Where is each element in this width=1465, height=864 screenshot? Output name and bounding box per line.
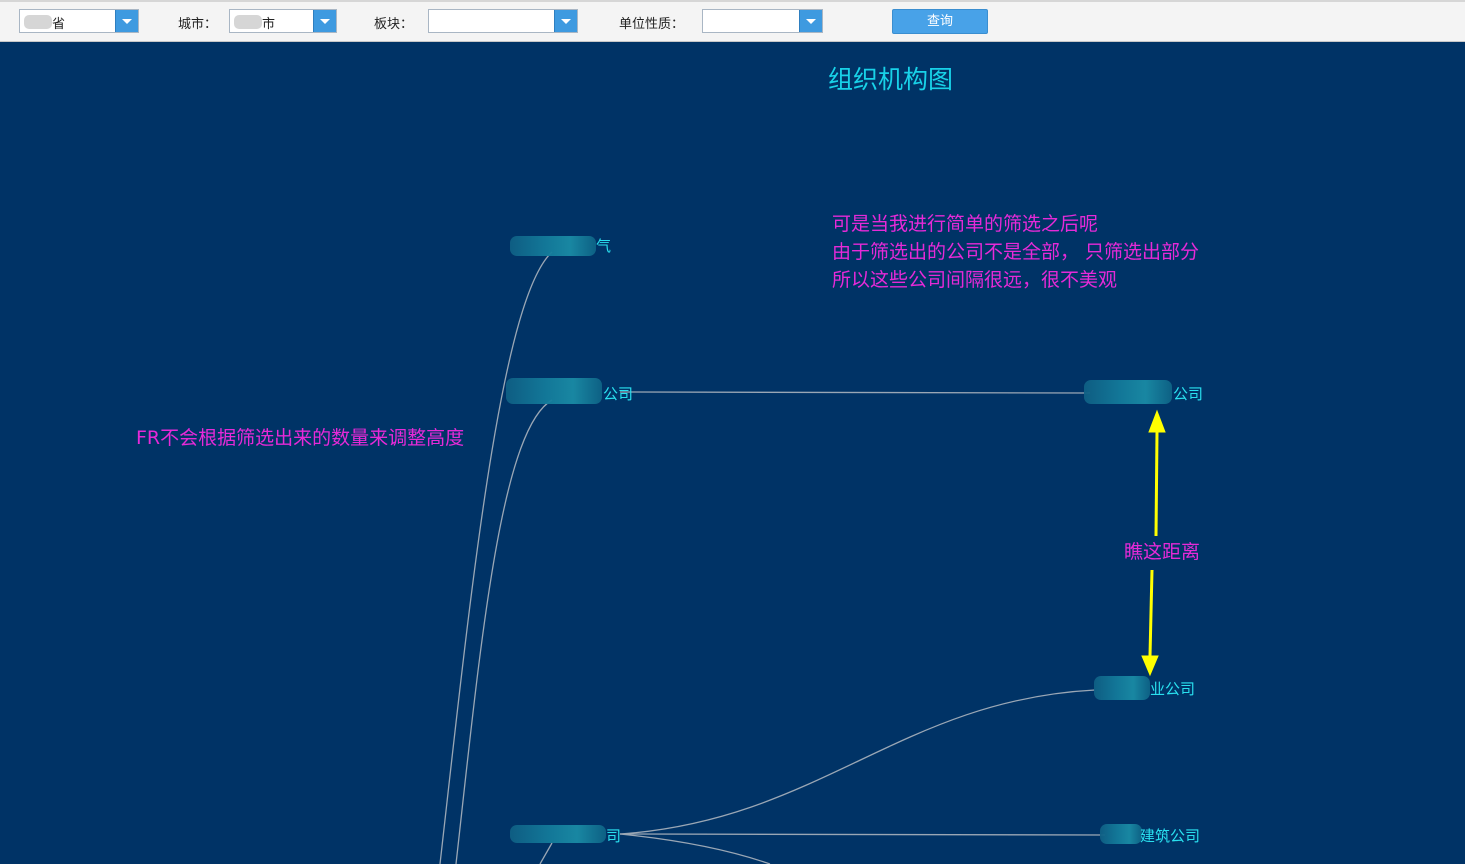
annotation-line: 由于筛选出的公司不是全部， 只筛选出部分 xyxy=(832,241,1200,263)
redacted-node-name xyxy=(506,378,602,404)
arrow-up-head xyxy=(1148,409,1166,433)
redacted-node-name xyxy=(1100,824,1142,844)
redacted-node-name xyxy=(1084,380,1172,404)
link-n5-n4 xyxy=(619,689,1096,835)
annotation-left: FR不会根据筛选出来的数量来调整高度 xyxy=(136,427,465,449)
org-node-label[interactable]: 气 xyxy=(596,235,611,256)
annotation-distance: 瞧这距离 xyxy=(1124,541,1201,563)
link-n2-n3 xyxy=(619,391,1091,394)
link-n5-root xyxy=(539,842,553,864)
link-n5-n6 xyxy=(619,833,1106,836)
link-root-n2 xyxy=(455,399,553,864)
org-node-label[interactable]: 公司 xyxy=(1173,383,1203,404)
link-n5-offscreen xyxy=(619,833,771,864)
annotation-line: 所以这些公司间隔很远，很不美观 xyxy=(832,269,1118,291)
redacted-node-name xyxy=(510,825,606,843)
redacted-node-name xyxy=(1094,676,1150,700)
org-node-label[interactable]: 公司 xyxy=(603,383,633,404)
org-node-label[interactable]: 建筑公司 xyxy=(1140,825,1200,846)
chart-title: 组织机构图 xyxy=(828,65,954,94)
annotation-top: 可是当我进行简单的筛选之后呢 由于筛选出的公司不是全部， 只筛选出部分 所以这些… xyxy=(832,210,1199,294)
redacted-node-name xyxy=(510,236,596,256)
org-node-label[interactable]: 业公司 xyxy=(1150,678,1195,699)
link-root-n1 xyxy=(439,251,553,864)
arrow-up xyxy=(1154,431,1159,537)
arrow-down xyxy=(1148,569,1154,657)
arrow-down-head xyxy=(1141,655,1159,677)
annotation-line: 可是当我进行简单的筛选之后呢 xyxy=(832,213,1099,235)
org-node-label[interactable]: 司 xyxy=(606,825,621,846)
